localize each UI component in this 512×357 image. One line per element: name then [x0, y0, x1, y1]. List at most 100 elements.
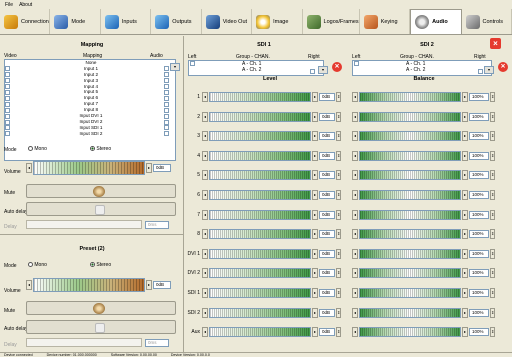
level-value[interactable]: 0dB [319, 308, 335, 317]
balance-slider[interactable] [359, 170, 461, 181]
balance-right-arrow[interactable]: ▸ [462, 150, 468, 161]
balance-right-arrow[interactable]: ▸ [462, 248, 468, 259]
sdi1-mute-icon[interactable]: ✕ [332, 62, 342, 72]
level-right-arrow[interactable]: ▸ [312, 307, 318, 318]
level-value[interactable]: 0dB [319, 249, 335, 258]
balance-slider[interactable] [359, 229, 461, 240]
preset-volume-value[interactable]: 0dB [153, 281, 171, 289]
level-slider[interactable] [209, 268, 311, 279]
level-right-arrow[interactable]: ▸ [312, 170, 318, 181]
video-checkbox[interactable] [5, 72, 10, 78]
level-spinner[interactable]: ⇕ [336, 268, 341, 279]
balance-value[interactable]: 100% [469, 328, 489, 337]
video-checkbox[interactable] [5, 78, 10, 84]
level-left-arrow[interactable]: ◂ [202, 190, 208, 200]
balance-slider[interactable] [359, 209, 461, 220]
level-slider[interactable] [209, 327, 311, 338]
tab-logos-frames[interactable]: Logos/Frames [303, 9, 360, 34]
level-slider[interactable] [209, 209, 311, 220]
level-right-arrow[interactable]: ▸ [312, 131, 318, 142]
auto-delay-button[interactable] [26, 202, 176, 216]
delay-slider[interactable] [26, 220, 142, 229]
video-checkbox[interactable] [5, 84, 10, 90]
level-value[interactable]: 0dB [319, 191, 335, 199]
level-left-arrow[interactable]: ◂ [202, 111, 208, 122]
sdi1-left-checkbox[interactable] [190, 61, 195, 66]
balance-spinner[interactable]: ⇕ [490, 209, 495, 220]
balance-right-arrow[interactable]: ▸ [462, 268, 468, 279]
level-right-arrow[interactable]: ▸ [312, 268, 318, 279]
balance-spinner[interactable]: ⇕ [490, 190, 495, 200]
level-right-arrow[interactable]: ▸ [312, 209, 318, 220]
mode-stereo-radio[interactable]: Stereo [90, 146, 111, 152]
balance-spinner[interactable]: ⇕ [490, 131, 495, 142]
level-spinner[interactable]: ⇕ [336, 150, 341, 161]
tab-controls[interactable]: Controls [462, 9, 512, 34]
tab-audio[interactable]: Audio [410, 9, 462, 34]
sdi2-left-checkbox[interactable] [354, 61, 359, 66]
mapping-dropdown[interactable]: ▾ [170, 63, 180, 71]
video-checkbox[interactable] [5, 66, 10, 72]
sdi2-mute-icon[interactable]: ✕ [498, 62, 508, 72]
level-value[interactable]: 0dB [319, 132, 335, 141]
balance-spinner[interactable]: ⇕ [490, 92, 495, 102]
volume-right-arrow[interactable]: ▸ [146, 163, 152, 173]
balance-value[interactable]: 100% [469, 93, 489, 101]
balance-spinner[interactable]: ⇕ [490, 327, 495, 338]
level-right-arrow[interactable]: ▸ [312, 288, 318, 298]
level-spinner[interactable]: ⇕ [336, 307, 341, 318]
audio-checkbox[interactable] [164, 131, 169, 137]
balance-spinner[interactable]: ⇕ [490, 288, 495, 298]
balance-left-arrow[interactable]: ◂ [352, 307, 358, 318]
balance-right-arrow[interactable]: ▸ [462, 190, 468, 200]
level-value[interactable]: 0dB [319, 151, 335, 160]
balance-right-arrow[interactable]: ▸ [462, 131, 468, 142]
audio-checkbox[interactable] [164, 84, 169, 90]
level-slider[interactable] [209, 288, 311, 298]
tab-connection[interactable]: Connection [0, 9, 51, 34]
sdi1-dropdown[interactable]: ▾ [318, 66, 328, 74]
level-right-arrow[interactable]: ▸ [312, 327, 318, 338]
preset-mute-button[interactable] [26, 301, 176, 315]
balance-slider[interactable] [359, 190, 461, 200]
balance-value[interactable]: 100% [469, 171, 489, 180]
balance-spinner[interactable]: ⇕ [490, 307, 495, 318]
balance-left-arrow[interactable]: ◂ [352, 288, 358, 298]
level-spinner[interactable]: ⇕ [336, 131, 341, 142]
video-checkbox[interactable] [5, 125, 10, 131]
balance-spinner[interactable]: ⇕ [490, 111, 495, 122]
level-left-arrow[interactable]: ◂ [202, 170, 208, 181]
volume-value[interactable]: 0dB [153, 164, 171, 172]
balance-left-arrow[interactable]: ◂ [352, 268, 358, 279]
balance-slider[interactable] [359, 131, 461, 142]
audio-checkbox[interactable] [164, 95, 169, 101]
balance-right-arrow[interactable]: ▸ [462, 288, 468, 298]
balance-right-arrow[interactable]: ▸ [462, 307, 468, 318]
preset-mode-mono-radio[interactable]: Mono [28, 262, 47, 268]
audio-checkbox[interactable] [164, 78, 169, 84]
sdi2-dropdown[interactable]: ▾ [484, 66, 494, 74]
audio-checkbox[interactable] [164, 66, 169, 72]
balance-left-arrow[interactable]: ◂ [352, 248, 358, 259]
level-right-arrow[interactable]: ▸ [312, 92, 318, 102]
level-value[interactable]: 0dB [319, 112, 335, 121]
tab-outputs[interactable]: Outputs [151, 9, 202, 34]
level-spinner[interactable]: ⇕ [336, 248, 341, 259]
level-spinner[interactable]: ⇕ [336, 190, 341, 200]
video-checkbox[interactable] [5, 90, 10, 95]
level-left-arrow[interactable]: ◂ [202, 150, 208, 161]
level-right-arrow[interactable]: ▸ [312, 150, 318, 161]
balance-value[interactable]: 100% [469, 191, 489, 199]
balance-left-arrow[interactable]: ◂ [352, 327, 358, 338]
preset-volume-left-arrow[interactable]: ◂ [26, 280, 32, 290]
level-left-arrow[interactable]: ◂ [202, 131, 208, 142]
level-value[interactable]: 0dB [319, 93, 335, 101]
balance-left-arrow[interactable]: ◂ [352, 111, 358, 122]
level-slider[interactable] [209, 92, 311, 102]
level-slider[interactable] [209, 111, 311, 122]
balance-value[interactable]: 100% [469, 112, 489, 121]
audio-checkbox[interactable] [164, 107, 169, 113]
level-spinner[interactable]: ⇕ [336, 288, 341, 298]
level-left-arrow[interactable]: ◂ [202, 288, 208, 298]
balance-slider[interactable] [359, 327, 461, 338]
